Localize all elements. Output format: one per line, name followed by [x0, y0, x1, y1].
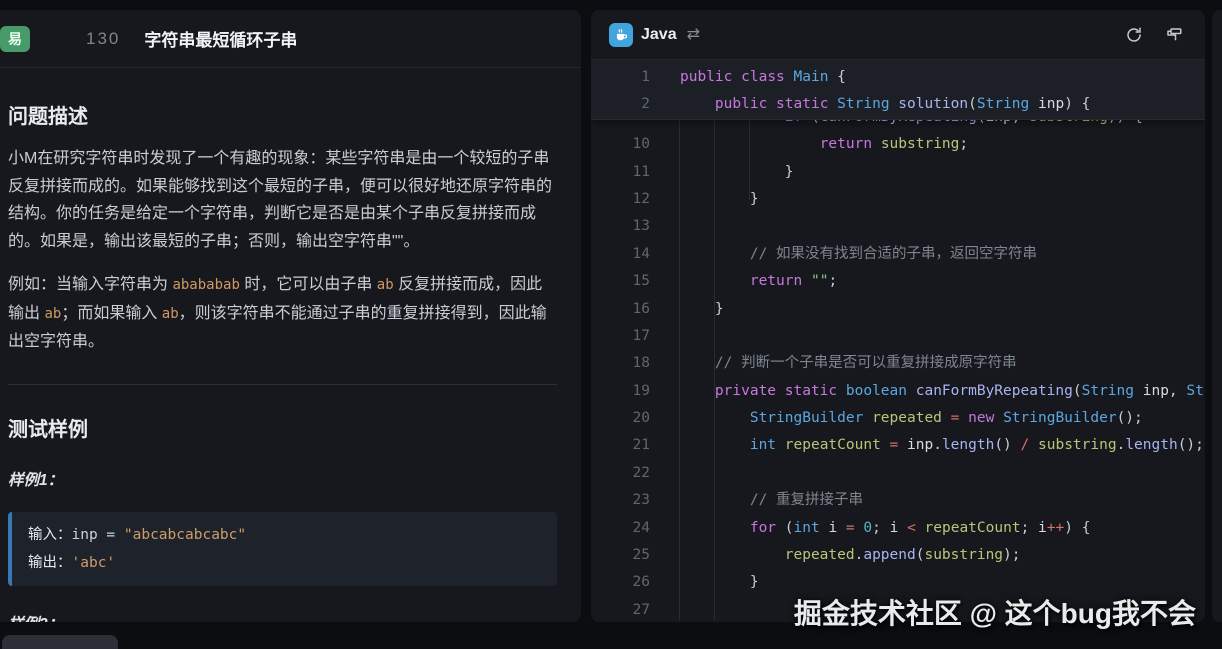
line-number: 15: [591, 268, 650, 295]
indent-guide: [714, 104, 715, 621]
sticky-scroll-lines: 1public class Main {2 public static Stri…: [591, 60, 1205, 120]
line-number: 21: [591, 432, 650, 459]
code-line: 19 private static boolean canFormByRepea…: [591, 378, 1205, 405]
indent-guide: [679, 104, 680, 621]
code-line: 15 return "";: [591, 268, 1205, 295]
problem-number: 130: [86, 29, 120, 49]
problem-title: 字符串最短循环子串: [144, 26, 297, 51]
code-line: 13: [591, 213, 1205, 240]
problem-body: 问题描述 小M在研究字符串时发现了一个有趣的现象：某些字符串是由一个较短的子串反…: [0, 68, 581, 622]
swap-arrows-icon[interactable]: ⇄: [687, 27, 700, 43]
code-line: 24 for (int i = 0; i < repeatCount; i++)…: [591, 515, 1205, 542]
java-icon: [609, 23, 633, 47]
code-line: 17: [591, 323, 1205, 350]
difficulty-badge: 易: [0, 26, 30, 52]
watermark-text: 掘金技术社区 @ 这个bug我不会: [794, 592, 1196, 632]
refresh-button[interactable]: [1121, 22, 1147, 48]
line-number: 11: [591, 159, 650, 186]
code-editor[interactable]: 1public class Main {2 public static Stri…: [591, 60, 1205, 621]
samples-heading: 测试样例: [8, 413, 557, 442]
line-number: 17: [591, 323, 650, 350]
sample1-input-line: 输入：inp = "abcabcabcabc": [28, 521, 541, 549]
sample1-output-line: 输出：'abc': [28, 549, 541, 577]
line-number: 12: [591, 186, 650, 213]
description-heading: 问题描述: [8, 100, 557, 129]
line-number: 14: [591, 241, 650, 268]
line-number: 18: [591, 350, 650, 377]
format-button[interactable]: [1161, 22, 1187, 48]
code-line: 2 public static String solution(String i…: [591, 91, 1205, 118]
code-line: 1public class Main {: [591, 64, 1205, 91]
code-line: 21 int repeatCount = inp.length() / subs…: [591, 432, 1205, 459]
editor-panel: Java ⇄ 1public class Main {2 public stat…: [591, 10, 1205, 622]
code-line: 14 // 如果没有找到合适的子串，返回空字符串: [591, 241, 1205, 268]
line-number: 26: [591, 569, 650, 596]
sample2-label: 样例2：: [8, 612, 557, 623]
code-line: 10 return substring;: [591, 131, 1205, 158]
code-line: 18 // 判断一个子串是否可以重复拼接成原字符串: [591, 350, 1205, 377]
line-number: 22: [591, 460, 650, 487]
code-line: 11 }: [591, 159, 1205, 186]
collapsed-side-panel[interactable]: [1212, 10, 1222, 622]
sample1-block: 输入：inp = "abcabcabcabc" 输出：'abc': [8, 512, 557, 586]
line-number: 19: [591, 378, 650, 405]
line-number: 2: [591, 91, 650, 118]
code-line: 20 StringBuilder repeated = new StringBu…: [591, 405, 1205, 432]
line-number: 27: [591, 597, 650, 621]
problem-panel: 易 130 字符串最短循环子串 问题描述 小M在研究字符串时发现了一个有趣的现象…: [0, 10, 581, 622]
line-number: 16: [591, 296, 650, 323]
bottom-toolbar-button[interactable]: [2, 635, 118, 649]
line-number: 1: [591, 64, 650, 91]
code-line: 23 // 重复拼接子串: [591, 487, 1205, 514]
code-line: 12 }: [591, 186, 1205, 213]
code-line: 16 }: [591, 296, 1205, 323]
code-lines: if (canFormByRepeating(inp, substring)) …: [591, 104, 1205, 621]
sample1-label: 样例1：: [8, 468, 557, 490]
section-divider: [8, 384, 557, 385]
line-number: 25: [591, 542, 650, 569]
line-number: 10: [591, 131, 650, 158]
code-line: 25 repeated.append(substring);: [591, 542, 1205, 569]
code-line: 22: [591, 460, 1205, 487]
description-paragraph: 小M在研究字符串时发现了一个有趣的现象：某些字符串是由一个较短的子串反复拼接而成…: [8, 145, 557, 255]
line-number: 13: [591, 213, 650, 240]
line-number: 24: [591, 515, 650, 542]
line-number: 20: [591, 405, 650, 432]
language-tab[interactable]: Java: [641, 26, 677, 44]
problem-header: 易 130 字符串最短循环子串: [0, 10, 581, 68]
editor-header: Java ⇄: [591, 10, 1205, 60]
example-paragraph: 例如：当输入字符串为 abababab 时，它可以由子串 ab 反复拼接而成，因…: [8, 271, 557, 356]
line-number: 23: [591, 487, 650, 514]
